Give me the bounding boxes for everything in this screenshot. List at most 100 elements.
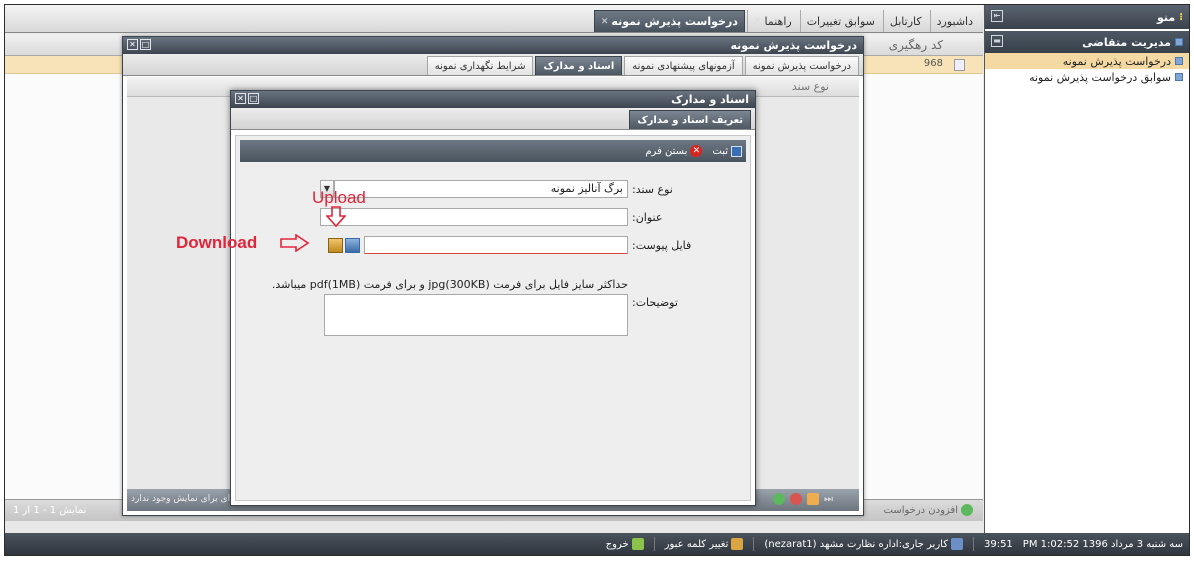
document-form: نوع سند: برگ آنالیز نمونه ▼ عنوان: فایل …: [236, 170, 750, 500]
sidebar-section-header[interactable]: مدیریت متقاضی ▬: [985, 31, 1189, 53]
title-input[interactable]: [320, 208, 628, 226]
save-label: ثبت: [712, 145, 728, 157]
add-icon[interactable]: [773, 493, 785, 505]
file-size-note: حداکثر سایز فایل برای فرمت jpg(300KB) و …: [271, 278, 628, 291]
close-window-icon[interactable]: ✕: [235, 93, 246, 104]
maximize-window-icon[interactable]: □: [140, 39, 151, 50]
description-label: توضیحات:: [632, 296, 678, 309]
tab-storage-conditions[interactable]: شرایط نگهداری نمونه: [426, 56, 534, 75]
tracking-code-cell: 968: [923, 58, 943, 69]
current-user-label: کاربر جاری:اداره نظارت مشهد (nezarat1): [764, 539, 948, 550]
close-tab-icon[interactable]: ✕: [754, 16, 762, 26]
pager-info: نمایش 1 - 1 از 1: [13, 505, 87, 516]
sidebar-item-label: درخواست پذیرش نمونه: [1062, 54, 1171, 68]
window-tab-bar: درخواست پذیرش نمونه آزمونهای پیشنهادی نم…: [123, 54, 863, 76]
close-icon: ✕: [690, 145, 703, 157]
tab-sample-request[interactable]: درخواست پذیرش نمونه ✕: [593, 10, 745, 32]
doc-type-select[interactable]: برگ آنالیز نمونه: [334, 180, 628, 198]
sidebar-item-history[interactable]: سوابق درخواست پذیرش نمونه: [985, 69, 1189, 85]
status-bar: سه شنبه 3 مرداد 1396 PM 1:02:52 39:51 کا…: [5, 533, 1189, 555]
close-form-label: بستن فرم: [645, 145, 688, 157]
sidebar: ⁝ منو ⇤ مدیریت متقاضی ▬ درخواست پذیرش نم…: [984, 5, 1189, 553]
tab-define-documents[interactable]: تعریف اسناد و مدارک: [629, 110, 751, 129]
window-title: اسناد و مدارک: [671, 93, 749, 106]
attachment-input[interactable]: [364, 236, 628, 254]
download-annotation-label: Download: [176, 233, 258, 252]
sidebar-header: ⁝ منو ⇤: [985, 5, 1189, 29]
tab-label: شرایط نگهداری نمونه: [434, 60, 526, 72]
tab-label: اسناد و مدارک: [543, 60, 615, 72]
column-tracking-code[interactable]: کد رهگیری: [889, 38, 943, 52]
menu-icon: ⁝: [1179, 11, 1183, 23]
document-icon: [1175, 57, 1183, 65]
tab-change-history[interactable]: سوابق تغییرات: [799, 10, 881, 32]
tab-label: درخواست پذیرش نمونه: [611, 15, 738, 28]
tab-label: آزمونهای پیشنهادی نمونه: [632, 60, 735, 72]
grid-nav: ⏭: [773, 493, 833, 505]
window-title-bar[interactable]: درخواست پذیرش نمونه ✕ □: [123, 37, 863, 54]
download-annotation: Download: [176, 233, 310, 253]
add-request-button[interactable]: افزودن درخواست: [883, 504, 973, 516]
arrow-right-icon: [280, 234, 310, 252]
tab-cartable[interactable]: کارتابل: [882, 10, 928, 32]
tab-label: تعریف اسناد و مدارک: [637, 114, 743, 126]
close-tab-icon[interactable]: ✕: [601, 17, 609, 27]
session-timer: 39:51: [983, 538, 1013, 550]
upload-annotation: Upload: [312, 188, 366, 228]
tab-label: کارتابل: [889, 14, 922, 28]
tab-request[interactable]: درخواست پذیرش نمونه: [744, 56, 859, 75]
divider: [753, 537, 755, 551]
change-password-label: تغییر کلمه عبور: [664, 539, 729, 550]
refresh-icon[interactable]: [807, 493, 819, 505]
exit-label: خروج: [605, 539, 629, 550]
close-window-icon[interactable]: ✕: [127, 39, 138, 50]
tab-help[interactable]: راهنما ✕: [746, 10, 798, 32]
tab-label: درخواست پذیرش نمونه: [752, 60, 851, 72]
row-document-icon[interactable]: [954, 59, 965, 71]
divider: [972, 537, 974, 551]
doc-type-label: نوع سند:: [632, 182, 673, 196]
top-tab-bar: داشبورد کارتابل سوابق تغییرات راهنما ✕ در…: [5, 5, 983, 33]
tab-label: سوابق تغییرات: [806, 14, 875, 28]
document-icon: [1175, 73, 1183, 81]
tab-documents[interactable]: اسناد و مدارک: [535, 56, 623, 75]
lock-icon: [731, 538, 744, 550]
title-row: عنوان:: [320, 208, 750, 226]
collapse-sidebar-icon[interactable]: ⇤: [991, 10, 1003, 22]
documents-window: اسناد و مدارک ✕ □ تعریف اسناد و مدارک ثب…: [230, 90, 756, 506]
user-icon: [950, 538, 963, 550]
folder-icon: [1175, 38, 1183, 46]
add-request-label: افزودن درخواست: [883, 504, 959, 516]
delete-icon[interactable]: [790, 493, 802, 505]
exit-link[interactable]: خروج: [606, 538, 644, 550]
exit-icon: [631, 538, 644, 550]
collapse-section-icon[interactable]: ▬: [991, 35, 1003, 47]
sidebar-item-label: سوابق درخواست پذیرش نمونه: [1029, 70, 1171, 84]
doc-type-row: نوع سند: برگ آنالیز نمونه ▼: [320, 180, 750, 198]
no-data-message: ای برای نمایش وجود ندارد: [131, 494, 231, 504]
last-page-icon[interactable]: ⏭: [824, 494, 833, 505]
tab-label: راهنما: [764, 14, 792, 28]
title-label: عنوان:: [632, 210, 663, 224]
sidebar-section-label: مدیریت متقاضی: [1082, 35, 1171, 49]
current-user: کاربر جاری:اداره نظارت مشهد (nezarat1): [764, 538, 963, 550]
add-icon: [961, 504, 973, 516]
attachment-label: فایل پیوست:: [632, 238, 692, 252]
window-title-bar[interactable]: اسناد و مدارک ✕ □: [231, 91, 755, 108]
save-button[interactable]: ثبت: [712, 145, 742, 157]
change-password-link[interactable]: تغییر کلمه عبور: [665, 538, 744, 550]
download-icon[interactable]: [328, 237, 343, 253]
datetime: سه شنبه 3 مرداد 1396 PM 1:02:52: [1022, 538, 1183, 550]
description-textarea[interactable]: [324, 294, 628, 336]
tab-suggested-tests[interactable]: آزمونهای پیشنهادی نمونه: [624, 56, 743, 75]
tab-dashboard[interactable]: داشبورد: [929, 10, 979, 32]
form-toolbar: ثبت ✕ بستن فرم: [240, 140, 746, 162]
column-document-type[interactable]: نوع سند: [792, 80, 829, 93]
sidebar-title: منو: [1156, 10, 1176, 24]
close-form-button[interactable]: ✕ بستن فرم: [645, 145, 703, 157]
sidebar-item-request[interactable]: درخواست پذیرش نمونه: [985, 53, 1189, 69]
description-row: توضیحات:: [324, 294, 750, 336]
attachment-row: فایل پیوست:: [326, 236, 750, 254]
upload-icon[interactable]: [345, 237, 360, 253]
maximize-window-icon[interactable]: □: [248, 93, 259, 104]
